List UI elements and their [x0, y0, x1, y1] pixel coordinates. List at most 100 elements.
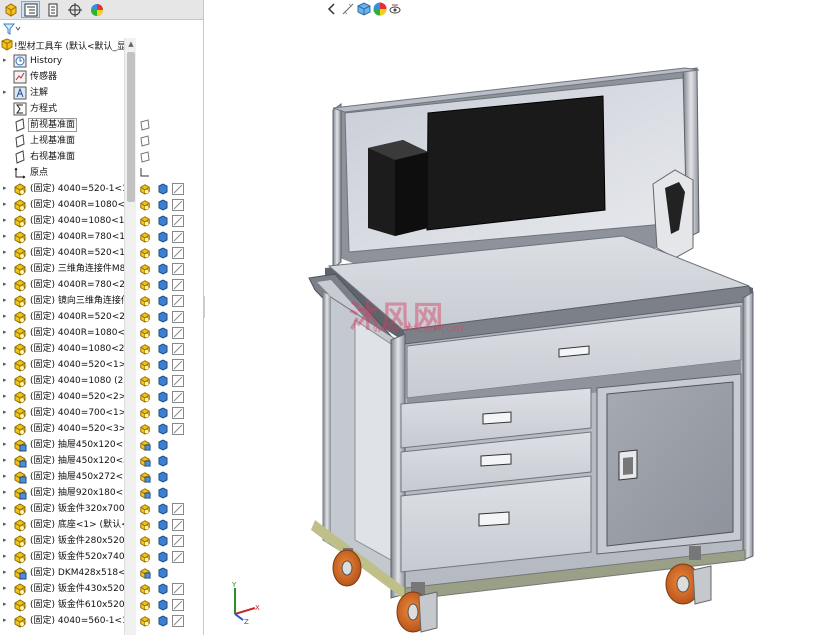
config-state-icon[interactable] — [172, 231, 184, 243]
appearance-state-icon[interactable] — [157, 455, 169, 467]
appearance-state-icon[interactable] — [157, 583, 169, 595]
appearance-state-icon[interactable] — [157, 215, 169, 227]
plane-state-icon[interactable] — [139, 119, 151, 131]
expand-arrow-icon[interactable]: ▸ — [3, 232, 9, 240]
tree-item[interactable]: ▸ (固定) 抽屉450x120<2: — [0, 453, 124, 469]
tree-item[interactable]: ▸ (固定) 三维角连接件M8 — [0, 261, 124, 277]
component-state-icon[interactable] — [139, 311, 151, 323]
tree-item[interactable]: ▸ (固定) 4040R=1080<2> — [0, 325, 124, 341]
component-state-icon[interactable] — [139, 471, 151, 483]
tree-item[interactable]: ▸ (固定) 抽屉450x120<1: — [0, 437, 124, 453]
expand-arrow-icon[interactable]: ▸ — [3, 616, 9, 624]
expand-arrow-icon[interactable]: ▸ — [3, 248, 9, 256]
config-state-icon[interactable] — [172, 311, 184, 323]
config-state-icon[interactable] — [172, 391, 184, 403]
expand-arrow-icon[interactable]: ▸ — [3, 360, 9, 368]
appearance-state-icon[interactable] — [157, 247, 169, 259]
tree-item[interactable]: ▸ (固定) 抽屉450x272<1: — [0, 469, 124, 485]
appearance-state-icon[interactable] — [157, 519, 169, 531]
expand-arrow-icon[interactable]: ▸ — [3, 88, 9, 96]
tree-item[interactable]: ▸ (固定) DKM428x518<1 — [0, 565, 124, 581]
expand-arrow-icon[interactable]: ▸ — [3, 504, 9, 512]
appearance-state-icon[interactable] — [157, 359, 169, 371]
graphics-viewport[interactable]: 沐风网 www.mfcad.com Y X Z — [205, 0, 820, 635]
component-state-icon[interactable] — [139, 535, 151, 547]
scroll-up-icon[interactable]: ▲ — [125, 38, 137, 50]
appearance-state-icon[interactable] — [157, 327, 169, 339]
component-state-icon[interactable] — [139, 487, 151, 499]
expand-arrow-icon[interactable]: ▸ — [3, 440, 9, 448]
component-state-icon[interactable] — [139, 455, 151, 467]
tab-property-manager[interactable] — [43, 1, 62, 18]
tree-item[interactable]: ▸ (固定) 钣金件280x520x — [0, 533, 124, 549]
tree-item[interactable]: ▸ (固定) 钣金件320x700x — [0, 501, 124, 517]
config-state-icon[interactable] — [172, 375, 184, 387]
component-state-icon[interactable] — [139, 391, 151, 403]
expand-arrow-icon[interactable]: ▸ — [3, 472, 9, 480]
config-state-icon[interactable] — [172, 359, 184, 371]
expand-arrow-icon[interactable]: ▸ — [3, 536, 9, 544]
tool-cart-model[interactable] — [205, 0, 820, 635]
tree-item[interactable]: 右视基准面 — [0, 149, 124, 165]
component-state-icon[interactable] — [139, 295, 151, 307]
tree-item[interactable]: 上视基准面 — [0, 133, 124, 149]
config-state-icon[interactable] — [172, 183, 184, 195]
component-state-icon[interactable] — [139, 503, 151, 515]
tab-part-icon[interactable] — [1, 1, 20, 18]
component-state-icon[interactable] — [139, 551, 151, 563]
config-state-icon[interactable] — [172, 215, 184, 227]
expand-arrow-icon[interactable]: ▸ — [3, 184, 9, 192]
component-state-icon[interactable] — [139, 423, 151, 435]
component-state-icon[interactable] — [139, 327, 151, 339]
config-state-icon[interactable] — [172, 423, 184, 435]
expand-arrow-icon[interactable]: ▸ — [3, 392, 9, 400]
tree-scrollbar[interactable]: ▲ — [124, 38, 136, 635]
tree-item[interactable]: ▸ (固定) 4040=520<1> ( — [0, 357, 124, 373]
component-state-icon[interactable] — [139, 231, 151, 243]
expand-arrow-icon[interactable]: ▸ — [3, 520, 9, 528]
tree-item[interactable]: ▸ (固定) 镜向三维角连接件 — [0, 293, 124, 309]
origin-state-icon[interactable] — [139, 167, 151, 179]
appearance-state-icon[interactable] — [157, 599, 169, 611]
config-state-icon[interactable] — [172, 327, 184, 339]
tree-item[interactable]: ▸ (固定) 钣金件520x740x — [0, 549, 124, 565]
config-state-icon[interactable] — [172, 407, 184, 419]
appearance-state-icon[interactable] — [157, 263, 169, 275]
appearance-state-icon[interactable] — [157, 295, 169, 307]
tree-item[interactable]: ▸ (固定) 4040=1080<1> — [0, 213, 124, 229]
component-state-icon[interactable] — [139, 407, 151, 419]
expand-arrow-icon[interactable]: ▸ — [3, 312, 9, 320]
tree-item[interactable]: ▸ 注解 — [0, 85, 124, 101]
appearance-state-icon[interactable] — [157, 471, 169, 483]
component-state-icon[interactable] — [139, 519, 151, 531]
appearance-state-icon[interactable] — [157, 615, 169, 627]
appearance-state-icon[interactable] — [157, 567, 169, 579]
config-state-icon[interactable] — [172, 535, 184, 547]
tree-item[interactable]: ▸ (固定) 4040=1080 (2)< — [0, 373, 124, 389]
appearance-state-icon[interactable] — [157, 279, 169, 291]
config-state-icon[interactable] — [172, 247, 184, 259]
scroll-thumb[interactable] — [127, 52, 135, 202]
config-state-icon[interactable] — [172, 295, 184, 307]
expand-arrow-icon[interactable]: ▸ — [3, 264, 9, 272]
appearance-state-icon[interactable] — [157, 343, 169, 355]
config-state-icon[interactable] — [172, 199, 184, 211]
component-state-icon[interactable] — [139, 199, 151, 211]
expand-arrow-icon[interactable]: ▸ — [3, 56, 9, 64]
tree-item[interactable]: ▸ (固定) 4040R=1080<1> — [0, 197, 124, 213]
tree-item[interactable]: ▸ (固定) 4040=1080<2> — [0, 341, 124, 357]
config-state-icon[interactable] — [172, 615, 184, 627]
expand-arrow-icon[interactable]: ▸ — [3, 456, 9, 464]
config-state-icon[interactable] — [172, 263, 184, 275]
appearance-state-icon[interactable] — [157, 503, 169, 515]
tree-item[interactable]: ▸ (固定) 4040=560-1<1> — [0, 613, 124, 629]
component-state-icon[interactable] — [139, 343, 151, 355]
tree-item[interactable]: ▸ (固定) 4040=520<2> ( — [0, 389, 124, 405]
component-state-icon[interactable] — [139, 183, 151, 195]
expand-arrow-icon[interactable]: ▸ — [3, 488, 9, 496]
appearance-state-icon[interactable] — [157, 423, 169, 435]
tree-item[interactable]: ▸ (固定) 底座<1> (默认< — [0, 517, 124, 533]
expand-arrow-icon[interactable]: ▸ — [3, 200, 9, 208]
appearance-state-icon[interactable] — [157, 231, 169, 243]
appearance-state-icon[interactable] — [157, 407, 169, 419]
